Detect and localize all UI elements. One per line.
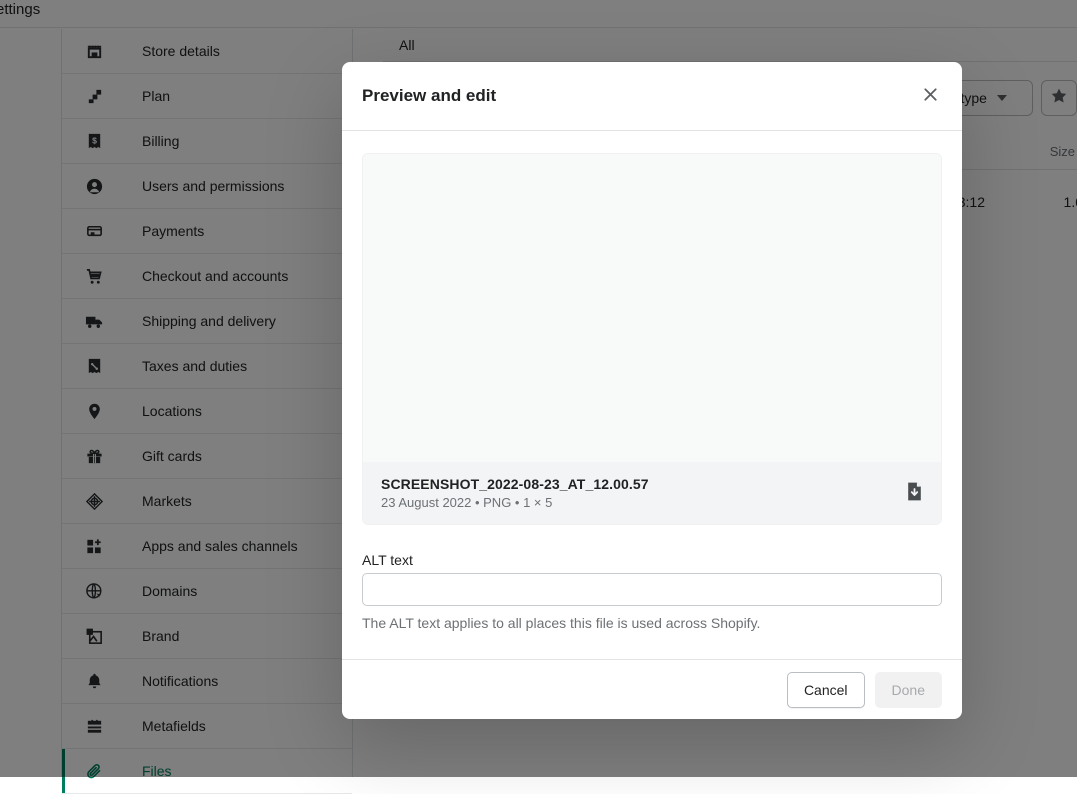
download-button[interactable] [903, 482, 925, 504]
file-info-bar: SCREENSHOT_2022-08-23_AT_12.00.57 23 Aug… [363, 462, 941, 524]
download-file-icon [904, 481, 925, 505]
file-metadata: 23 August 2022 • PNG • 1 × 5 [381, 495, 649, 510]
modal-header: Preview and edit [342, 62, 962, 131]
file-name: SCREENSHOT_2022-08-23_AT_12.00.57 [381, 476, 649, 492]
file-preview-image [363, 154, 941, 462]
done-button: Done [875, 672, 942, 708]
alt-text-input[interactable] [362, 573, 942, 606]
modal-footer: Cancel Done [342, 659, 962, 719]
close-button[interactable] [912, 78, 948, 114]
alt-text-help: The ALT text applies to all places this … [362, 615, 942, 631]
cancel-button[interactable]: Cancel [787, 672, 865, 708]
alt-text-label: ALT text [362, 552, 942, 568]
modal-title: Preview and edit [362, 86, 496, 106]
close-icon [921, 85, 940, 107]
file-preview-card: SCREENSHOT_2022-08-23_AT_12.00.57 23 Aug… [362, 153, 942, 525]
modal-body: SCREENSHOT_2022-08-23_AT_12.00.57 23 Aug… [342, 131, 962, 659]
preview-and-edit-modal: Preview and edit SCREENSHOT_2022-08-23_A… [342, 62, 962, 719]
